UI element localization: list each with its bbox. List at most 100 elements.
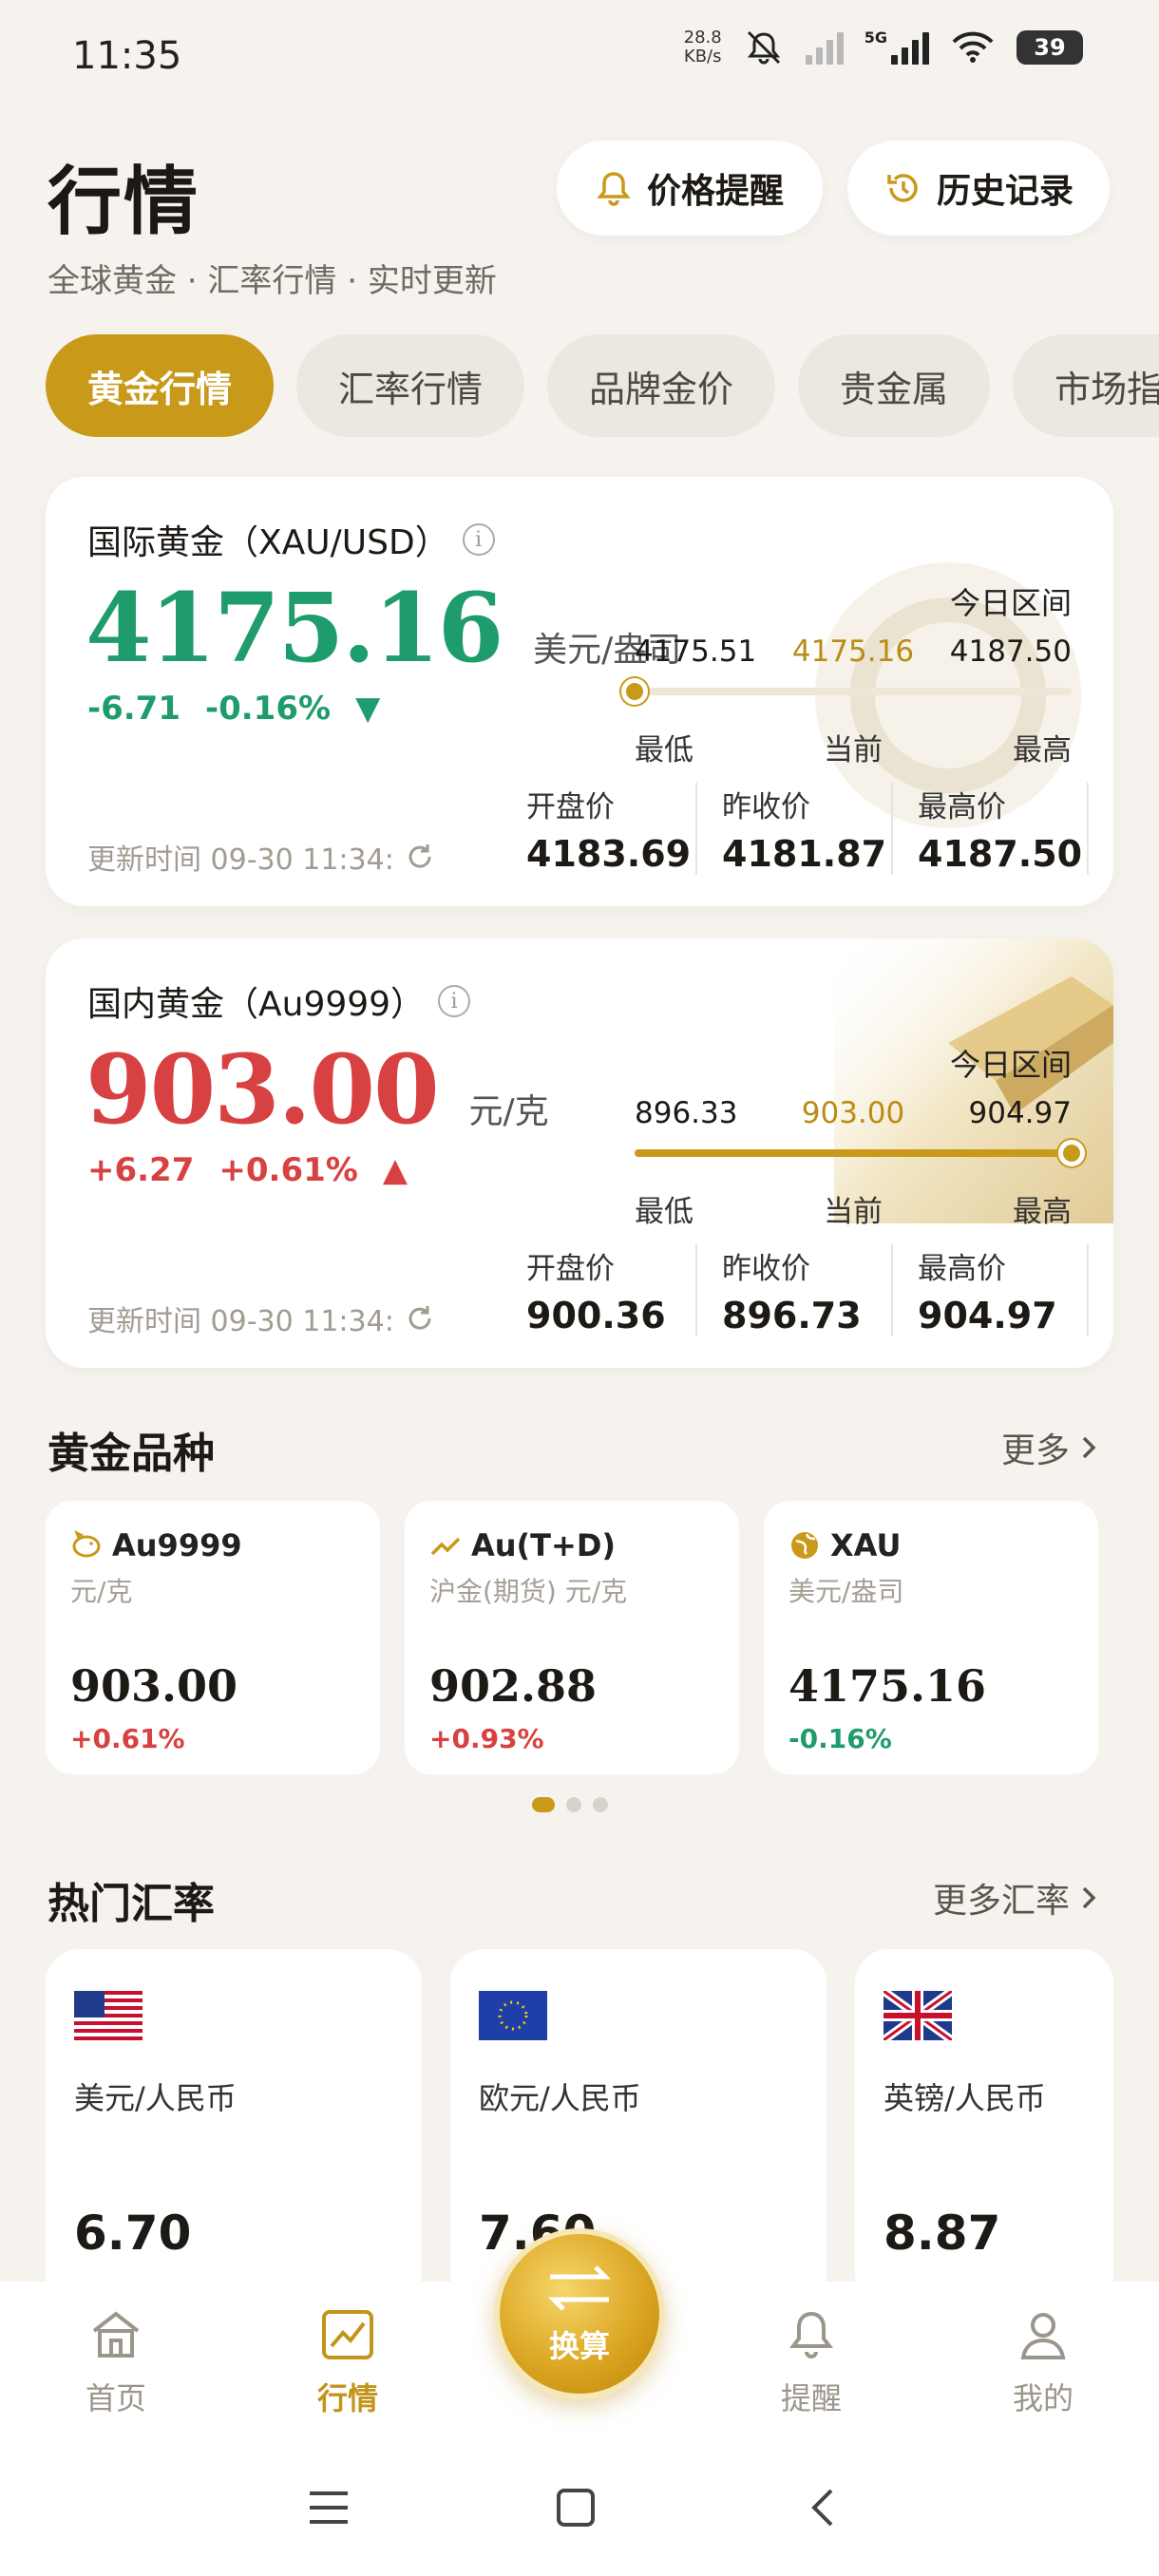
range-low: 896.33 <box>635 1096 738 1130</box>
variety-card-xau[interactable]: XAU 美元/盎司 4175.16 -0.16% <box>764 1501 1098 1774</box>
carousel-dot[interactable] <box>566 1797 581 1812</box>
high-caption: 最高 <box>1013 1195 1072 1229</box>
low-caption: 最低 <box>635 733 694 767</box>
international-change: -6.71 -0.16% ▼ <box>87 690 380 728</box>
prev-close-value: 896.73 <box>722 1295 862 1336</box>
range-track <box>621 678 1072 705</box>
fx-pair: 美元/人民币 <box>74 2080 237 2116</box>
bell-icon <box>789 2311 833 2358</box>
domestic-price-row: 903.00 元/克 <box>86 1033 549 1146</box>
fx-more-link[interactable]: 更多汇率 <box>933 1873 1098 1923</box>
high-label: 最高价 <box>918 790 1006 824</box>
update-time-text: 更新时间 09-30 11:34: <box>87 1305 394 1338</box>
range-current: 903.00 <box>801 1096 905 1130</box>
international-price-row: 4175.16 美元/盎司 <box>86 572 681 684</box>
variety-price: 902.88 <box>429 1660 598 1712</box>
mute-bell-icon <box>747 30 780 65</box>
variety-card-autd[interactable]: Au(T+D) 沪金(期货) 元/克 902.88 +0.93% <box>405 1501 739 1774</box>
tab-brand-gold[interactable]: 品牌金价 <box>547 334 776 437</box>
convert-label: 换算 <box>548 2328 610 2364</box>
international-gold-card[interactable]: 国际黄金（XAU/USD） i 4175.16 美元/盎司 -6.71 -0.1… <box>46 477 1113 906</box>
range-label: 今日区间 <box>949 1047 1072 1083</box>
tab-fx[interactable]: 汇率行情 <box>296 334 525 437</box>
variety-change-pct: +0.93% <box>429 1723 544 1754</box>
fx-card-gbp[interactable]: 英镑/人民币 8.87 <box>855 1949 1113 2310</box>
us-flag-icon <box>74 1991 142 2040</box>
uk-flag-icon <box>884 1991 952 2040</box>
home-square-icon[interactable] <box>547 2479 604 2536</box>
varieties-more-label: 更多 <box>1000 1431 1070 1470</box>
prev-close-stat: 昨收价 4181.87 <box>697 783 893 875</box>
tab-gold[interactable]: 黄金行情 <box>46 334 275 437</box>
range-current: 4175.16 <box>791 635 915 669</box>
fx-rate: 6.70 <box>74 2206 192 2261</box>
network-type: 5G <box>864 28 887 47</box>
carousel-dot[interactable] <box>593 1797 608 1812</box>
variety-unit: 美元/盎司 <box>788 1576 904 1607</box>
home-icon <box>92 2311 140 2358</box>
fx-pair: 英镑/人民币 <box>884 2080 1046 2116</box>
open-stat: 开盘价 4183.69 <box>502 783 697 875</box>
variety-change-pct: -0.16% <box>788 1723 892 1754</box>
varieties-more-link[interactable]: 更多 <box>1001 1423 1098 1472</box>
range-captions: 最低 当前 最高 <box>635 1187 1072 1230</box>
variety-name: Au(T+D) <box>429 1527 616 1563</box>
history-icon <box>887 174 918 202</box>
history-label: 历史记录 <box>936 172 1074 211</box>
card-title: 国内黄金（Au9999） i <box>87 976 471 1026</box>
nav-alerts[interactable]: 提醒 <box>735 2308 887 2418</box>
open-value: 900.36 <box>526 1295 666 1336</box>
history-button[interactable]: 历史记录 <box>847 141 1110 236</box>
range-thumb <box>1058 1140 1085 1166</box>
convert-button[interactable]: 换算 <box>494 2228 665 2399</box>
piggy-bank-icon <box>72 1530 101 1558</box>
range-low: 4175.51 <box>635 635 757 669</box>
info-icon[interactable]: i <box>462 523 495 556</box>
price-alert-button[interactable]: 价格提醒 <box>557 141 823 236</box>
open-label: 开盘价 <box>526 1252 615 1286</box>
range-high: 4187.50 <box>949 635 1072 669</box>
refresh-icon[interactable] <box>404 841 436 873</box>
range-fill <box>635 1149 1072 1157</box>
domestic-change-pct: +0.61% <box>218 1151 358 1189</box>
menu-icon[interactable] <box>300 2479 357 2536</box>
up-triangle-icon: ▲ <box>382 1151 408 1189</box>
nav-home[interactable]: 首页 <box>40 2308 192 2418</box>
net-speed-unit: KB/s <box>683 47 722 66</box>
variety-unit: 元/克 <box>70 1576 133 1607</box>
prev-close-value: 4181.87 <box>722 833 887 875</box>
refresh-icon[interactable] <box>404 1302 436 1335</box>
wifi-icon <box>952 31 994 63</box>
bell-icon <box>597 172 631 206</box>
page-title: 行情 <box>48 160 200 245</box>
range-label: 今日区间 <box>949 585 1072 621</box>
fx-card-usd[interactable]: 美元/人民币 6.70 <box>46 1949 422 2310</box>
tab-precious-metals[interactable]: 贵金属 <box>798 334 991 437</box>
user-icon <box>1020 2313 1066 2359</box>
info-icon[interactable]: i <box>438 985 471 1017</box>
high-value: 4187.50 <box>918 833 1083 875</box>
high-label: 最高价 <box>918 1252 1006 1286</box>
carousel-dot[interactable] <box>532 1797 555 1812</box>
domestic-change: +6.27 +0.61% ▲ <box>87 1151 408 1189</box>
open-label: 开盘价 <box>526 790 615 824</box>
nav-mine[interactable]: 我的 <box>967 2308 1119 2418</box>
trend-line-icon <box>430 1537 461 1556</box>
eu-flag-icon <box>479 1991 547 2040</box>
back-icon[interactable] <box>794 2479 851 2536</box>
high-caption: 最高 <box>1013 733 1072 767</box>
fx-rate: 8.87 <box>884 2206 1001 2261</box>
range-thumb <box>621 678 648 705</box>
prev-close-stat: 昨收价 896.73 <box>697 1244 893 1336</box>
variety-card-au9999[interactable]: Au9999 元/克 903.00 +0.61% <box>46 1501 380 1774</box>
open-stat: 开盘价 900.36 <box>502 1244 697 1336</box>
domestic-unit: 元/克 <box>468 1092 549 1131</box>
swap-arrows-icon <box>547 2265 612 2311</box>
nav-market[interactable]: 行情 <box>272 2308 424 2418</box>
nav-alerts-label: 提醒 <box>780 2380 842 2416</box>
domestic-gold-card[interactable]: 国内黄金（Au9999） i 903.00 元/克 +6.27 +0.61% ▲… <box>46 938 1113 1368</box>
tab-market-index[interactable]: 市场指 <box>1013 334 1159 437</box>
nav-home-label: 首页 <box>85 2380 146 2416</box>
prev-close-label: 昨收价 <box>722 1252 810 1286</box>
domestic-change-value: +6.27 <box>87 1151 195 1189</box>
